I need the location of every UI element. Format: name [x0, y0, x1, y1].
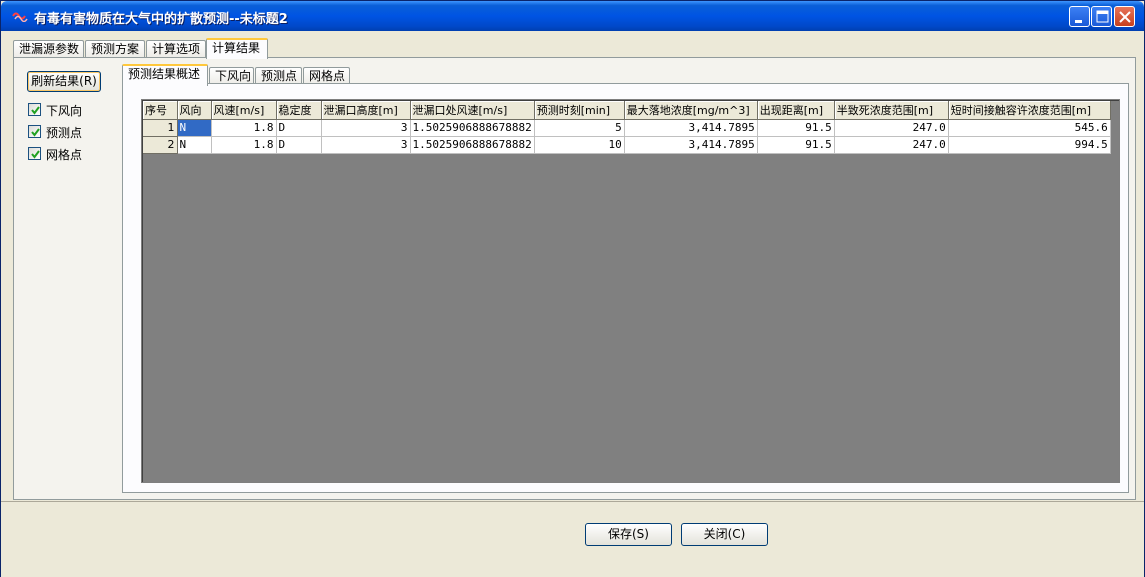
- table-cell[interactable]: N: [177, 136, 212, 154]
- checkbox-label: 网格点: [46, 148, 83, 162]
- table-cell[interactable]: 3,414.7895: [624, 136, 758, 154]
- table-cell[interactable]: 3,414.7895: [624, 119, 758, 137]
- table-cell[interactable]: 545.6: [948, 119, 1111, 137]
- table-cell[interactable]: 247.0: [834, 136, 949, 154]
- tab-calc-options[interactable]: 计算选项: [146, 40, 206, 58]
- close-window-button[interactable]: [1114, 6, 1135, 27]
- column-header[interactable]: 序号: [143, 101, 178, 120]
- table-cell[interactable]: 1.5025906888678882: [410, 136, 535, 154]
- checkbox-checked-icon[interactable]: [28, 125, 41, 138]
- table-cell[interactable]: 3: [321, 136, 411, 154]
- table-row[interactable]: 2 N 1.8 D 3 1.5025906888678882 10 3,414.…: [143, 136, 1111, 154]
- table-cell[interactable]: 1.8: [211, 119, 277, 137]
- overview-panel: 序号 风向 风速[m/s] 稳定度 泄漏口高度[m] 泄漏口处风速[m/s] 预…: [122, 83, 1129, 493]
- column-header[interactable]: 半致死浓度范围[m]: [834, 101, 949, 120]
- column-header[interactable]: 出现距离[m]: [757, 101, 835, 120]
- results-table: 序号 风向 风速[m/s] 稳定度 泄漏口高度[m] 泄漏口处风速[m/s] 预…: [143, 101, 1111, 154]
- table-cell[interactable]: 1.5025906888678882: [410, 119, 535, 137]
- row-number[interactable]: 2: [143, 136, 178, 154]
- tab-leak-source-params[interactable]: 泄漏源参数: [13, 40, 84, 58]
- save-button[interactable]: 保存(S): [585, 523, 672, 546]
- checkbox-checked-icon[interactable]: [28, 103, 41, 116]
- title-bar[interactable]: 有毒有害物质在大气中的扩散预测--未标题2: [1, 1, 1144, 31]
- table-cell[interactable]: 3: [321, 119, 411, 137]
- app-icon: [12, 10, 28, 23]
- table-cell[interactable]: D: [276, 136, 322, 154]
- table-cell[interactable]: 10: [534, 136, 625, 154]
- checkbox-checked-icon[interactable]: [28, 147, 41, 160]
- column-header[interactable]: 稳定度: [276, 101, 322, 120]
- table-cell[interactable]: 91.5: [757, 119, 835, 137]
- table-cell[interactable]: 247.0: [834, 119, 949, 137]
- table-cell[interactable]: 994.5: [948, 136, 1111, 154]
- results-grid[interactable]: 序号 风向 风速[m/s] 稳定度 泄漏口高度[m] 泄漏口处风速[m/s] 预…: [141, 99, 1120, 483]
- table-row[interactable]: 1 N 1.8 D 3 1.5025906888678882 5 3,414.7…: [143, 119, 1111, 137]
- refresh-results-button[interactable]: 刷新结果(R): [27, 71, 101, 92]
- column-header[interactable]: 最大落地浓度[mg/m^3]: [624, 101, 758, 120]
- column-header[interactable]: 预测时刻[min]: [534, 101, 625, 120]
- minimize-button[interactable]: [1069, 6, 1090, 27]
- row-number[interactable]: 1: [143, 119, 178, 137]
- checkbox-label: 预测点: [46, 126, 83, 140]
- table-cell[interactable]: 1.8: [211, 136, 277, 154]
- tab-calc-results[interactable]: 计算结果: [206, 38, 268, 59]
- maximize-button[interactable]: [1091, 6, 1112, 27]
- close-button[interactable]: 关闭(C): [681, 523, 768, 546]
- column-header[interactable]: 短时间接触容许浓度范围[m]: [948, 101, 1111, 120]
- table-cell[interactable]: D: [276, 119, 322, 137]
- column-header[interactable]: 泄漏口高度[m]: [321, 101, 411, 120]
- results-panel: 刷新结果(R) 下风向 预测点 网格点 预测结果概述 下风向 预测点 网格点 序…: [13, 57, 1136, 500]
- column-header[interactable]: 风向: [177, 101, 212, 120]
- window-title: 有毒有害物质在大气中的扩散预测--未标题2: [34, 12, 288, 27]
- app-window: 有毒有害物质在大气中的扩散预测--未标题2 泄漏源参数 预测方案 计算选项 计算…: [0, 0, 1145, 577]
- table-cell[interactable]: 5: [534, 119, 625, 137]
- table-header-row: 序号 风向 风速[m/s] 稳定度 泄漏口高度[m] 泄漏口处风速[m/s] 预…: [143, 101, 1111, 120]
- tab-results-overview[interactable]: 预测结果概述: [122, 64, 208, 86]
- table-cell[interactable]: 91.5: [757, 136, 835, 154]
- table-cell[interactable]: N: [177, 119, 212, 137]
- column-header[interactable]: 风速[m/s]: [211, 101, 277, 120]
- tab-prediction-plan[interactable]: 预测方案: [85, 40, 145, 58]
- button-bar: 保存(S) 关闭(C): [1, 501, 1144, 577]
- column-header[interactable]: 泄漏口处风速[m/s]: [410, 101, 535, 120]
- checkbox-label: 下风向: [46, 104, 83, 118]
